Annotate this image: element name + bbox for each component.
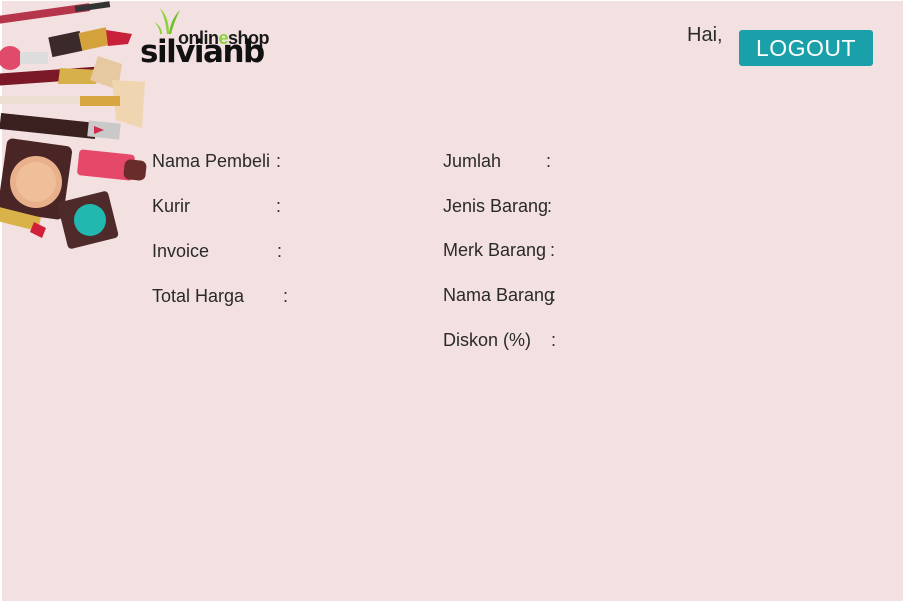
- field-colon: :: [547, 196, 553, 216]
- field-label: Merk Barang: [443, 240, 547, 260]
- lip-pencil: [0, 66, 106, 86]
- field-label: Jenis Barang: [443, 196, 549, 216]
- field-colon: :: [277, 241, 283, 261]
- eyeliner: [0, 113, 121, 140]
- field-colon: :: [546, 151, 552, 171]
- field-label: Nama Barang: [443, 285, 555, 305]
- field-label: Diskon (%): [443, 330, 532, 350]
- field-label: Jumlah: [443, 151, 502, 171]
- nail-polish: [0, 46, 48, 70]
- field-merk-barang: Merk Barang :: [443, 240, 555, 261]
- field-diskon: Diskon (%) :: [443, 330, 556, 351]
- field-label: Kurir: [152, 196, 191, 216]
- field-total-harga: Total Harga :: [152, 286, 288, 307]
- field-colon: :: [276, 196, 282, 216]
- brand-logo[interactable]: onlineshop silvianb: [140, 6, 280, 70]
- logo-brand-name: silvianb: [140, 34, 265, 70]
- field-colon: :: [276, 151, 282, 171]
- field-label: Invoice: [152, 241, 210, 261]
- field-nama-pembeli: Nama Pembeli :: [152, 151, 281, 172]
- field-jenis-barang: Jenis Barang :: [443, 196, 552, 217]
- makeup-illustration: [0, 1, 147, 249]
- lip-gloss: [77, 149, 147, 181]
- field-colon: :: [550, 240, 556, 260]
- greeting-text: Hai,: [687, 24, 723, 46]
- logout-button[interactable]: LOGOUT: [739, 30, 873, 66]
- field-colon: :: [283, 286, 289, 306]
- field-label: Nama Pembeli: [152, 151, 271, 171]
- eyeshadow-case: [57, 191, 119, 249]
- field-invoice: Invoice :: [152, 241, 282, 262]
- mascara-wand: [0, 1, 111, 25]
- field-kurir: Kurir :: [152, 196, 281, 217]
- field-nama-barang: Nama Barang :: [443, 285, 557, 306]
- field-colon: :: [551, 330, 557, 350]
- field-colon: :: [551, 285, 557, 305]
- field-label: Total Harga: [152, 286, 245, 306]
- lipstick: [48, 27, 132, 58]
- field-jumlah: Jumlah :: [443, 151, 551, 172]
